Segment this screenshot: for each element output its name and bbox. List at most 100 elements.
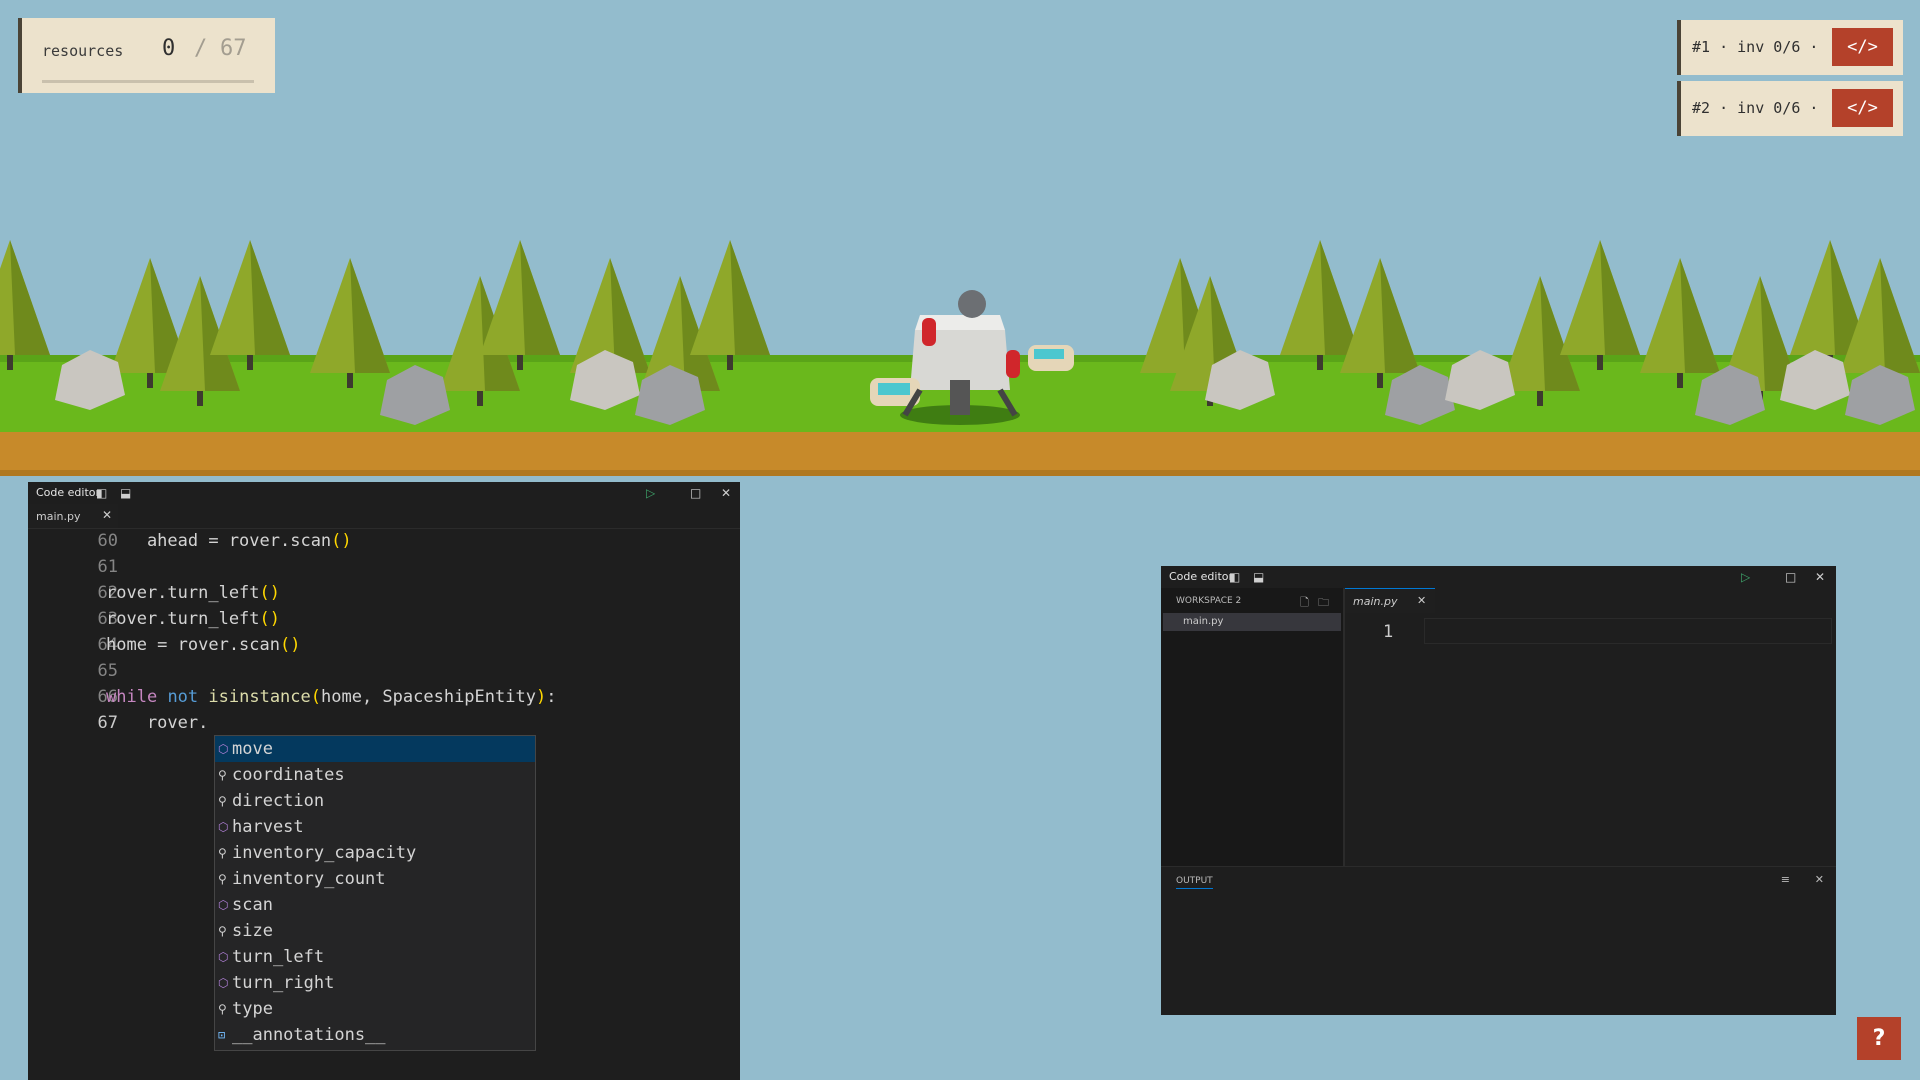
line-text: rover. [106,713,209,733]
property-icon: ⚲ [218,1002,227,1016]
line-text: home = rover.scan() [106,635,301,655]
panel-toggle-icon[interactable]: ⬓ [1253,570,1264,584]
autocomplete-list: ⬡ move ⚲ coordinates ⚲ direction ⬡ harvest ⚲ inve… [214,735,536,1051]
editor-title: Code editor [36,486,101,499]
tab-main-py[interactable]: main.py ✕ [28,504,118,528]
file-explorer: WORKSPACE 2 🗋 🗀 main.py [1161,588,1345,866]
code-line: 67 rover. [28,710,740,736]
method-icon: ⬡ [218,742,229,756]
close-panel-icon[interactable]: ✕ [1815,873,1824,886]
suggestion-item[interactable]: ⬡ harvest [215,814,535,840]
resources-label: resources [42,42,124,60]
property-icon: ⚲ [218,794,227,808]
new-folder-icon[interactable]: 🗀 [1318,594,1329,613]
property-icon: ⚲ [218,872,227,886]
code-editor-window-2: Code editor ◧ ⬓ ▷ □ ✕ WORKSPACE 2 🗋 🗀 ma… [1161,566,1836,1015]
rover-1-inventory: #1 · inv 0/6 · [1692,38,1819,56]
resources-progress-bar [42,80,254,83]
game-scene [0,0,1920,480]
suggestion-item[interactable]: ⚲ direction [215,788,535,814]
sidebar-toggle-icon[interactable]: ◧ [96,486,107,500]
maximize-icon[interactable]: □ [690,486,701,500]
property-icon: ⚲ [218,846,227,860]
resources-separator: / [194,36,208,61]
suggestion-item[interactable]: ⚲ coordinates [215,762,535,788]
method-icon: ⬡ [218,950,229,964]
suggestion-item[interactable]: ⚲ type [215,996,535,1022]
resources-total: 67 [220,36,247,61]
suggestion-label: move [232,739,273,759]
suggestion-label: turn_right [232,973,335,993]
output-panel: OUTPUT ≡ ✕ [1161,866,1836,1015]
panel-toggle-icon[interactable]: ⬓ [120,486,131,500]
rover-2-panel: #2 · inv 0/6 · </> [1677,81,1903,136]
suggestion-label: harvest [232,817,304,837]
line-number: 65 [97,661,118,681]
code-line: 63 rover.turn_left() [28,606,740,632]
property-icon: ⚲ [218,768,227,782]
line-number: 1 [1383,622,1394,642]
suggestion-label: type [232,999,273,1019]
line-text: rover.turn_left() [106,583,281,603]
suggestion-label: size [232,921,273,941]
suggestion-item[interactable]: ⬡ turn_left [215,944,535,970]
tab-main-py-2[interactable]: main.py ✕ [1345,588,1435,613]
run-icon[interactable]: ▷ [1741,570,1750,584]
suggestion-label: coordinates [232,765,345,785]
sidebar-toggle-icon[interactable]: ◧ [1229,570,1240,584]
suggestion-item[interactable]: ⬡ move [215,736,535,762]
output-label: OUTPUT [1176,876,1213,889]
close-icon[interactable]: ✕ [721,486,731,500]
rover-1-code-button[interactable]: </> [1832,28,1893,66]
method-icon: ⬡ [218,898,229,912]
suggestion-label: turn_left [232,947,325,967]
code-line: 62 rover.turn_left() [28,580,740,606]
suggestion-item[interactable]: ⚲ inventory_count [215,866,535,892]
line-text: while not isinstance(home, SpaceshipEnti… [106,687,557,707]
code-line: 60 ahead = rover.scan() [28,528,740,554]
file-name: main.py [1183,616,1224,627]
code-line: 61 [28,554,740,580]
resources-current: 0 [162,36,176,61]
tab-close-icon[interactable]: ✕ [102,508,112,522]
close-icon[interactable]: ✕ [1815,570,1825,584]
line-text: ahead = rover.scan() [106,531,352,551]
workspace-label: WORKSPACE 2 [1176,596,1242,606]
code-line: 66 while not isinstance(home, SpaceshipEn… [28,684,740,710]
rover-2-code-button[interactable]: </> [1832,89,1893,127]
suggestion-item[interactable]: ⬡ scan [215,892,535,918]
variable-icon: ⊡ [218,1028,226,1042]
run-icon[interactable]: ▷ [646,486,655,500]
suggestion-label: direction [232,791,325,811]
tab-close-icon[interactable]: ✕ [1417,594,1426,607]
line-number: 61 [97,557,118,577]
property-icon: ⚲ [218,924,227,938]
suggestion-label: inventory_count [232,869,386,889]
suggestion-label: inventory_capacity [232,843,417,863]
code-line: 64 home = rover.scan() [28,632,740,658]
suggestion-label: scan [232,895,273,915]
resources-panel: resources 0 / 67 [18,18,275,93]
suggestion-item[interactable]: ⬡ turn_right [215,970,535,996]
rover-2-inventory: #2 · inv 0/6 · [1692,99,1819,117]
file-item-main-py[interactable]: main.py [1163,613,1341,631]
editor-2-titlebar: Code editor ◧ ⬓ ▷ □ ✕ [1161,566,1836,588]
tab-label: main.py [36,510,81,523]
ground-side [0,432,1920,476]
code-line: 65 [28,658,740,684]
line-text: rover.turn_left() [106,609,281,629]
suggestion-item[interactable]: ⚲ inventory_capacity [215,840,535,866]
code-input-line[interactable] [1424,618,1832,644]
rover-1-panel: #1 · inv 0/6 · </> [1677,20,1903,75]
clear-output-icon[interactable]: ≡ [1781,873,1790,886]
new-file-icon[interactable]: 🗋 [1300,594,1309,613]
editor-2-main: main.py ✕ 1 [1345,588,1836,866]
method-icon: ⬡ [218,976,229,990]
method-icon: ⬡ [218,820,229,834]
editor-2-title: Code editor [1169,570,1234,583]
suggestion-item[interactable]: ⊡ __annotations__ [215,1022,535,1048]
editor-tabbar: main.py ✕ [28,504,740,529]
maximize-icon[interactable]: □ [1785,570,1796,584]
suggestion-item[interactable]: ⚲ size [215,918,535,944]
help-button[interactable]: ? [1857,1017,1901,1060]
